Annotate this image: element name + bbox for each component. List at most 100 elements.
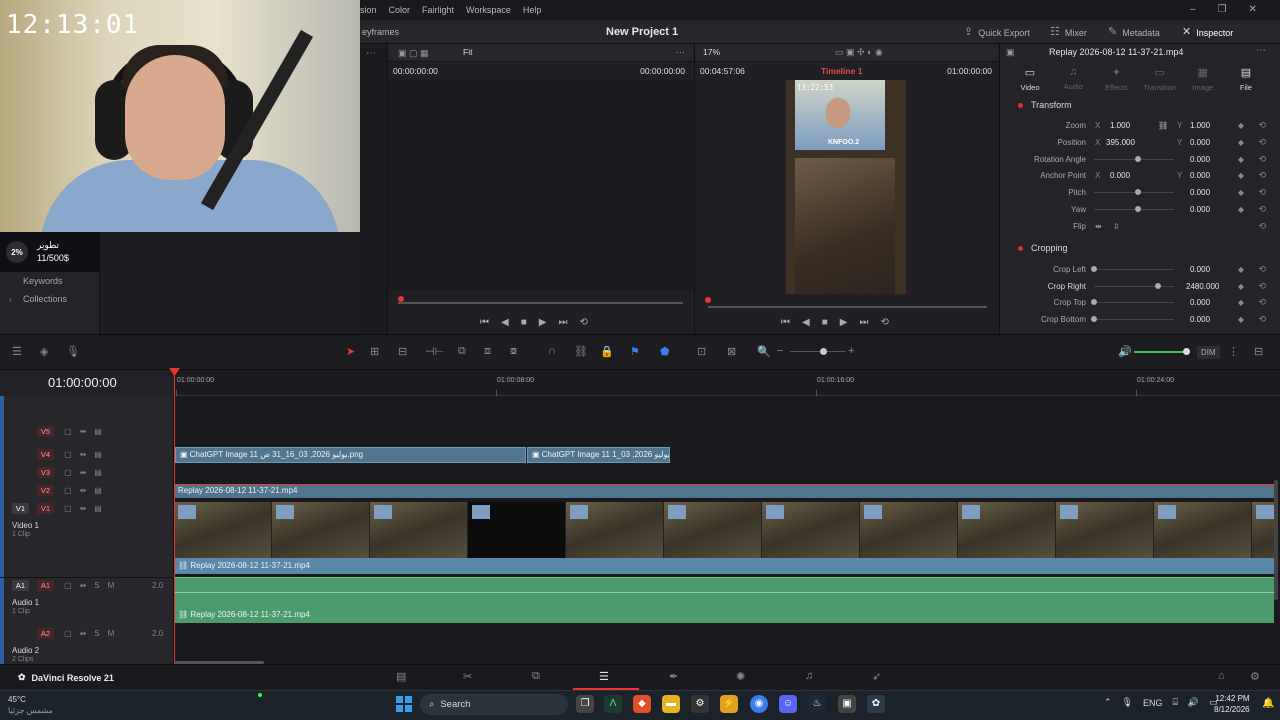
- reset-icon[interactable]: ⟲: [1258, 154, 1266, 165]
- zoom-custom-icon[interactable]: 🔍: [757, 345, 771, 358]
- mute-button[interactable]: M: [108, 581, 115, 590]
- reset-icon[interactable]: ⟲: [1258, 264, 1266, 275]
- crop-bottom-slider[interactable]: [1094, 319, 1174, 320]
- crop-right-field[interactable]: 2480.000: [1186, 282, 1219, 291]
- timeline-playhead[interactable]: [174, 370, 175, 664]
- flag-icon[interactable]: ⚑: [630, 345, 640, 358]
- file-explorer-icon[interactable]: ▬: [662, 695, 680, 713]
- play-icon[interactable]: ▶: [539, 317, 547, 328]
- steam-icon[interactable]: ♨: [808, 695, 826, 713]
- flip-vertical-icon[interactable]: ⇳: [1113, 222, 1120, 231]
- chrome-icon[interactable]: ◉: [750, 695, 768, 713]
- zoom-dropdown[interactable]: 17%: [703, 47, 720, 57]
- crop-left-field[interactable]: 0.000: [1190, 265, 1210, 274]
- keyframe-icon[interactable]: ◆: [1238, 171, 1244, 180]
- crop-bottom-knob[interactable]: [1091, 316, 1097, 322]
- keyframe-icon[interactable]: ◆: [1238, 205, 1244, 214]
- timeline-zoom-knob[interactable]: [820, 348, 827, 355]
- tab-effects[interactable]: ✦ Effects: [1096, 66, 1136, 92]
- notification-icon[interactable]: 🔔: [1262, 698, 1274, 709]
- lock-icon[interactable]: ▢: [64, 581, 72, 590]
- timeline-name-dropdown[interactable]: Timeline 1: [821, 66, 862, 76]
- app-icon-terminal[interactable]: Λ: [604, 695, 622, 713]
- track-label[interactable]: V1: [37, 503, 54, 514]
- steam-app-icon[interactable]: ⚙: [691, 695, 709, 713]
- more-icon[interactable]: ⋯: [366, 48, 376, 59]
- lock-icon[interactable]: ▢: [64, 504, 72, 513]
- app-icon-fl[interactable]: ⚡: [720, 695, 738, 713]
- reset-icon[interactable]: ⟲: [1258, 314, 1266, 325]
- task-view-icon[interactable]: ❐: [576, 695, 594, 713]
- davinci-resolve-icon[interactable]: ✿: [867, 695, 885, 713]
- pitch-field[interactable]: 0.000: [1190, 188, 1210, 197]
- reset-icon[interactable]: ⟲: [1258, 221, 1266, 232]
- keyframe-icon[interactable]: ◆: [1238, 188, 1244, 197]
- zoom-full-icon[interactable]: ⊡: [697, 345, 706, 358]
- enable-track-icon[interactable]: ▤: [94, 427, 102, 436]
- lock-icon[interactable]: ▢: [64, 450, 72, 459]
- chevron-right-icon[interactable]: ›: [9, 295, 12, 304]
- crop-left-knob[interactable]: [1091, 266, 1097, 272]
- menu-item-color[interactable]: Color: [389, 5, 411, 15]
- cropping-section[interactable]: Cropping: [1010, 239, 1272, 257]
- metadata-button[interactable]: ✎ Metadata: [1108, 27, 1160, 38]
- auto-select-icon[interactable]: ⇹: [80, 468, 87, 477]
- inspector-options-icon[interactable]: ⋯: [1256, 45, 1266, 56]
- volume-icon[interactable]: 🔊: [1188, 697, 1199, 708]
- loop-icon[interactable]: ⟲: [880, 317, 888, 328]
- step-back-icon[interactable]: ◀: [501, 317, 509, 328]
- settings-icon[interactable]: ⚙: [1250, 670, 1260, 683]
- crop-top-field[interactable]: 0.000: [1190, 298, 1210, 307]
- track-label[interactable]: A2: [37, 628, 54, 639]
- view-options-icon[interactable]: ▣ ▢ ▦: [398, 48, 429, 59]
- timeline-clip-v1[interactable]: ⛓ Replay 2026-08-12 11-37-21.mp4: [174, 558, 1274, 574]
- blade-tool-icon[interactable]: ⊣⊢: [425, 345, 444, 358]
- tab-file[interactable]: ▤ File: [1226, 66, 1266, 92]
- link-clips-icon[interactable]: ⛓: [574, 345, 588, 358]
- enable-track-icon[interactable]: ▤: [94, 504, 102, 513]
- menu-item-workspace[interactable]: Workspace: [466, 5, 511, 15]
- enable-dot-icon[interactable]: [1018, 102, 1023, 108]
- enable-track-icon[interactable]: ▤: [94, 486, 102, 495]
- reset-icon[interactable]: ⟲: [1258, 187, 1266, 198]
- view-icon[interactable]: ◈: [40, 345, 48, 358]
- snapping-icon[interactable]: ∩: [548, 345, 556, 357]
- color-page-icon[interactable]: ✺: [736, 670, 745, 683]
- keyframe-icon[interactable]: ◆: [1238, 138, 1244, 147]
- rotation-field[interactable]: 0.000: [1190, 155, 1210, 164]
- source-track-label[interactable]: V1: [12, 503, 29, 514]
- crop-top-knob[interactable]: [1091, 299, 1097, 305]
- insert-clip-icon[interactable]: ⧉: [458, 345, 466, 358]
- transform-section[interactable]: Transform: [1010, 96, 1272, 114]
- fusion-page-icon[interactable]: ✒: [669, 670, 678, 683]
- crop-left-slider[interactable]: [1094, 269, 1174, 270]
- taskbar-search[interactable]: ⌕ Search: [420, 694, 568, 715]
- keyframe-icon[interactable]: ◆: [1238, 298, 1244, 307]
- panel-icon[interactable]: ▣: [1006, 47, 1015, 58]
- reset-icon[interactable]: ⟲: [1258, 120, 1266, 131]
- timeline-options-icon[interactable]: ☰: [12, 345, 22, 358]
- edit-page-icon[interactable]: ⧉: [532, 670, 540, 683]
- track-label[interactable]: V4: [37, 449, 54, 460]
- mic-icon[interactable]: 🎙: [66, 345, 80, 358]
- zoom-detail-icon[interactable]: ⊠: [727, 345, 736, 358]
- volume-knob[interactable]: [1183, 348, 1190, 355]
- menu-item-division[interactable]: sion: [360, 5, 377, 15]
- yaw-slider[interactable]: [1094, 209, 1174, 210]
- fit-dropdown[interactable]: Fit: [463, 47, 472, 57]
- enable-dot-icon[interactable]: [1018, 245, 1023, 251]
- close-icon[interactable]: ✕: [1249, 4, 1257, 15]
- stop-icon[interactable]: ■: [822, 317, 828, 328]
- keyframe-icon[interactable]: ◆: [1238, 282, 1244, 291]
- position-y-field[interactable]: 0.000: [1190, 138, 1210, 147]
- cut-page-icon[interactable]: ✂: [463, 670, 472, 683]
- language-indicator[interactable]: ENG: [1143, 698, 1163, 708]
- dim-button[interactable]: DIM: [1197, 346, 1220, 359]
- media-page-icon[interactable]: ▤: [396, 670, 406, 683]
- link-icon[interactable]: ⛓: [1158, 121, 1168, 130]
- meter-icon[interactable]: ⋮: [1228, 345, 1239, 358]
- replace-clip-icon[interactable]: ⧇: [510, 345, 517, 358]
- timeline-clip-image[interactable]: ▣ ChatGPT Image 11 يوليو 2026, 03_1...: [527, 447, 670, 463]
- bin-collections[interactable]: Collections: [0, 290, 99, 308]
- enable-track-icon[interactable]: ▤: [94, 450, 102, 459]
